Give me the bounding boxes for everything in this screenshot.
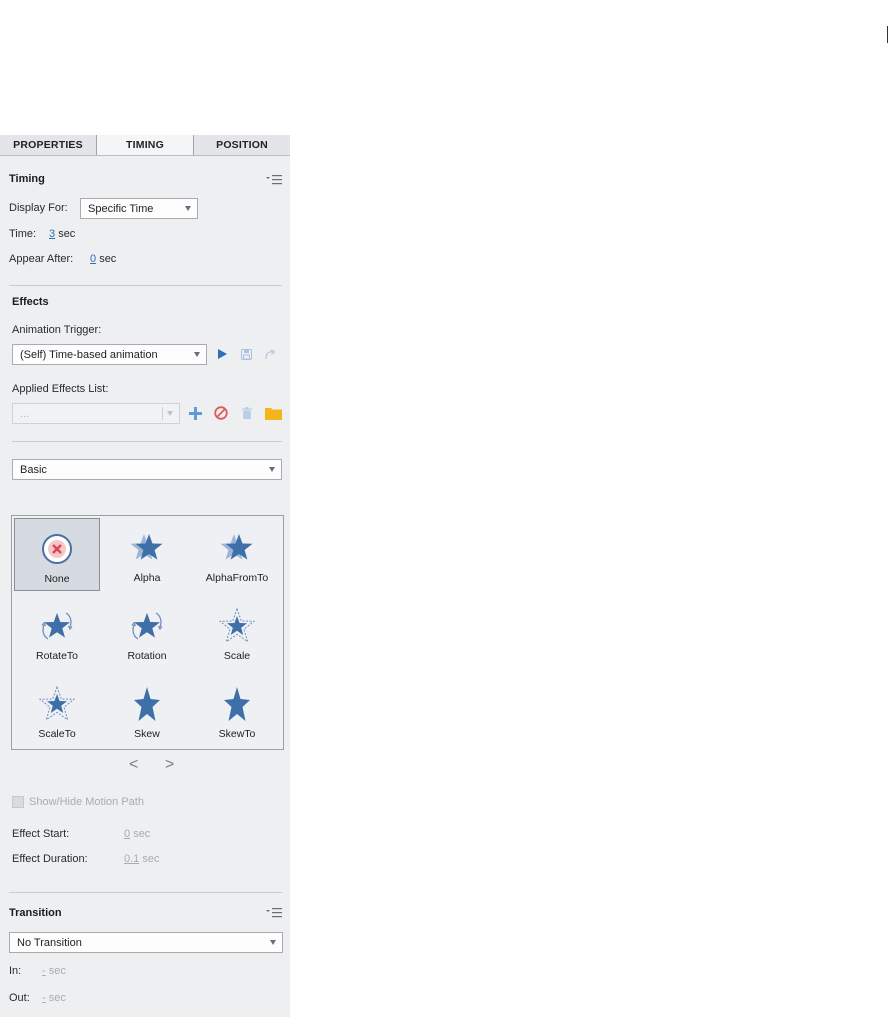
appear-after-unit: sec [99,253,117,265]
effect-item-skewto[interactable]: SkewTo [194,674,280,747]
chevron-down-icon [167,411,173,416]
divider [12,441,282,442]
appear-after-field[interactable]: 0 sec [90,253,116,265]
skew-star-icon [134,687,160,721]
display-for-label: Display For: [9,202,68,214]
animation-trigger-value: (Self) Time-based animation [20,348,158,361]
effect-label: ScaleTo [38,728,76,740]
effect-item-rotateto[interactable]: RotateTo [14,596,100,669]
window-edge-mark [887,26,888,43]
prev-page-button[interactable]: < [129,756,138,774]
effect-label: Skew [134,728,160,740]
transition-dropdown[interactable]: No Transition [9,932,283,953]
effect-item-skew[interactable]: Skew [104,674,190,747]
transition-in-label: In: [9,965,22,977]
transition-out-unit: sec [48,992,66,1004]
display-for-dropdown[interactable]: Specific Time [80,198,198,219]
transition-out-field[interactable]: - sec [42,992,66,1004]
alpha-star-icon [130,534,163,560]
transition-out-label: Out: [9,992,30,1004]
alpha-star-icon [220,534,253,560]
none-effect-icon [42,534,72,564]
effect-label: Rotation [127,650,167,662]
effect-item-alphafromto[interactable]: AlphaFromTo [194,518,280,591]
tab-position[interactable]: POSITION [194,135,290,155]
transition-menu-icon[interactable] [266,908,282,918]
effect-item-scale[interactable]: Scale [194,596,280,669]
motion-path-checkbox[interactable] [12,796,24,808]
effect-label: Alpha [133,572,161,584]
effect-duration-field[interactable]: 0.1 sec [124,853,159,865]
effect-category-dropdown[interactable]: Basic [12,459,282,480]
time-field[interactable]: 3 sec [49,228,75,240]
scale-star-icon [39,686,75,721]
effect-label: SkewTo [218,728,256,740]
effect-label: AlphaFromTo [205,572,269,584]
effect-start-label: Effect Start: [12,828,70,840]
rotate-star-icon [41,612,73,640]
effect-item-none[interactable]: None [14,518,100,591]
appear-after-value[interactable]: 0 [90,253,96,265]
appear-after-label: Appear After: [9,253,74,265]
chevron-down-icon [270,940,276,945]
chevron-down-icon [185,206,191,211]
effect-label: None [44,573,70,585]
properties-panel: PROPERTIES TIMING POSITION Timing Displa… [0,135,290,1017]
next-page-button[interactable]: > [165,756,174,774]
effects-section-title: Effects [12,296,49,308]
transition-in-value[interactable]: - [42,965,46,977]
timing-menu-icon[interactable] [266,175,282,185]
time-value[interactable]: 3 [49,228,55,240]
effect-category-value: Basic [20,463,47,476]
add-effect-icon[interactable] [187,405,203,421]
panel-tabs: PROPERTIES TIMING POSITION [0,135,290,156]
effect-label: RotateTo [35,650,79,662]
effect-item-scaleto[interactable]: ScaleTo [14,674,100,747]
effect-item-alpha[interactable]: Alpha [104,518,190,591]
effect-start-value[interactable]: 0 [124,828,130,840]
applied-effects-dropdown[interactable]: ... [12,403,180,424]
effects-grid: None Alpha AlphaFromTo RotateTo Rotation… [11,515,284,750]
time-label: Time: [9,228,37,240]
transition-section-title: Transition [9,907,62,919]
save-icon[interactable] [239,347,253,361]
folder-icon[interactable] [264,405,282,421]
skew-star-icon [224,687,250,721]
display-for-value: Specific Time [88,202,154,215]
play-icon[interactable] [215,347,229,361]
transition-out-value[interactable]: - [42,992,46,1004]
rotate-star-icon [131,612,163,640]
animation-trigger-dropdown[interactable]: (Self) Time-based animation [12,344,207,365]
timing-section-title: Timing [9,173,45,185]
effect-duration-unit: sec [142,853,160,865]
effect-duration-value[interactable]: 0.1 [124,853,139,865]
redo-icon[interactable] [263,347,277,361]
effect-start-unit: sec [133,828,151,840]
time-unit: sec [58,228,76,240]
animation-trigger-label: Animation Trigger: [12,324,102,336]
effect-item-rotation[interactable]: Rotation [104,596,190,669]
transition-in-field[interactable]: - sec [42,965,66,977]
effect-duration-label: Effect Duration: [12,853,88,865]
remove-effect-icon[interactable] [213,405,229,421]
divider [9,285,282,286]
scale-star-icon [219,608,255,643]
transition-in-unit: sec [48,965,66,977]
tab-properties[interactable]: PROPERTIES [0,135,97,155]
chevron-down-icon [269,467,275,472]
applied-effects-label: Applied Effects List: [12,383,109,395]
dropdown-separator [162,407,163,420]
transition-value: No Transition [17,936,82,949]
effect-label: Scale [223,650,251,662]
divider [9,892,282,893]
applied-effects-value: ... [20,407,30,420]
effect-start-field[interactable]: 0 sec [124,828,150,840]
motion-path-label: Show/Hide Motion Path [29,796,144,808]
chevron-down-icon [194,352,200,357]
trash-icon[interactable] [239,405,255,421]
tab-timing[interactable]: TIMING [97,135,194,155]
